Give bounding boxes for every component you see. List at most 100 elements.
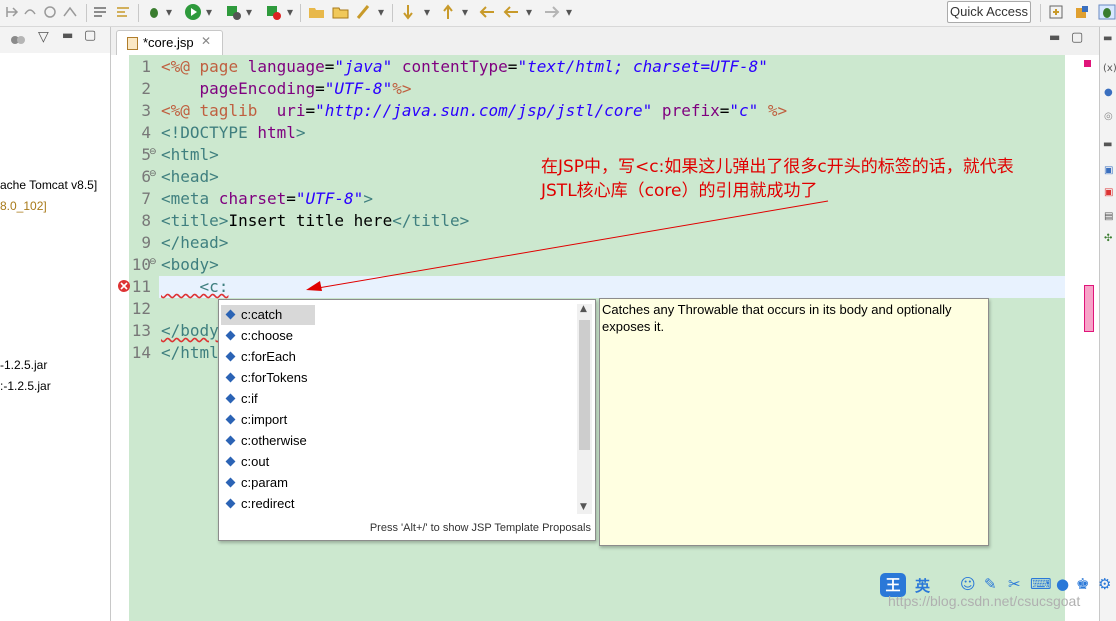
tree-item-jre[interactable]: 8.0_102] <box>0 199 47 213</box>
markers-icon[interactable]: ▤ <box>1104 211 1113 222</box>
chevron-down-icon[interactable]: ▾ <box>378 4 384 20</box>
list-item[interactable]: c:out <box>221 452 315 472</box>
proposal-label: c:param <box>241 475 288 490</box>
code-line-14: </html <box>161 343 219 362</box>
maximize-icon[interactable]: ▢ <box>1071 30 1083 45</box>
attribute-token: html <box>247 123 296 142</box>
view-menu-icon[interactable]: ▽ <box>38 29 49 45</box>
outline-icon[interactable]: (x) <box>1103 63 1116 74</box>
chevron-down-icon[interactable]: ▾ <box>166 4 172 20</box>
settings-icon[interactable]: ⚙ <box>1098 575 1111 593</box>
list-item[interactable]: c:import <box>221 410 315 430</box>
minimize-icon[interactable]: ▬ <box>1049 30 1060 44</box>
directive-token: %> <box>758 101 788 120</box>
overview-marker[interactable] <box>1084 60 1091 67</box>
debug-icon[interactable] <box>146 4 162 20</box>
back-icon[interactable] <box>4 4 20 20</box>
chevron-down-icon[interactable]: ▾ <box>287 4 293 20</box>
list-item[interactable]: c:if <box>221 389 315 409</box>
prev-annotation-icon[interactable] <box>440 3 456 21</box>
popup-scrollbar[interactable]: ▲ ▼ <box>577 304 592 514</box>
open-type-icon[interactable] <box>308 4 326 20</box>
nav-forward-icon[interactable] <box>543 4 561 20</box>
chevron-down-icon[interactable]: ▾ <box>246 4 252 20</box>
proposal-label: c:choose <box>241 328 294 343</box>
open-perspective-icon[interactable] <box>1048 4 1066 20</box>
problems-icon[interactable]: ▣ <box>1104 187 1113 198</box>
external-tools-icon[interactable] <box>264 3 282 21</box>
breakpoints-icon[interactable]: ● <box>1104 87 1113 98</box>
scroll-up-icon[interactable]: ▲ <box>580 304 587 314</box>
skin-icon[interactable]: ♚ <box>1076 575 1089 593</box>
equals-token: = <box>324 57 335 76</box>
directive-token: <%@ <box>161 101 190 120</box>
scroll-down-icon[interactable]: ▼ <box>580 502 587 512</box>
chevron-down-icon[interactable]: ▾ <box>566 4 572 20</box>
code-line-6: <head> <box>161 167 219 186</box>
list-item[interactable]: c:otherwise <box>221 431 315 451</box>
close-icon[interactable]: ✕ <box>201 34 211 48</box>
minimize-icon[interactable]: ▬ <box>1103 33 1112 44</box>
last-edit-icon[interactable] <box>478 4 496 20</box>
handwriting-icon[interactable]: ✎ <box>984 575 997 593</box>
tab-core-jsp[interactable]: *core.jsp ✕ <box>116 30 223 56</box>
search-icon[interactable] <box>356 4 374 20</box>
line-number: 6 <box>141 167 151 186</box>
project-explorer-panel: ▽ ▬ ▢ ache Tomcat v8.5] 8.0_102] -1.2.5.… <box>0 27 111 621</box>
code-line-2: pageEncoding="UTF-8"%> <box>161 79 412 98</box>
line-number: 11 <box>131 277 151 296</box>
minimize-icon[interactable]: ▬ <box>1103 139 1112 150</box>
nav-back-icon[interactable] <box>502 4 520 20</box>
coverage-icon[interactable] <box>224 3 242 21</box>
keyword-token: taglib <box>189 101 267 120</box>
quick-access-field[interactable]: Quick Access <box>947 1 1031 23</box>
list-item[interactable]: c:redirect <box>221 494 315 514</box>
list-item[interactable]: c:forEach <box>221 347 315 367</box>
task-list-icon[interactable] <box>92 4 108 20</box>
chevron-down-icon[interactable]: ▾ <box>206 4 212 20</box>
maximize-icon[interactable]: ▢ <box>84 28 96 43</box>
tree-item-server[interactable]: ache Tomcat v8.5] <box>0 178 97 192</box>
emoji-icon[interactable]: ☺ <box>960 575 976 593</box>
sync-icon[interactable] <box>62 4 78 20</box>
java-ee-perspective-icon[interactable] <box>1074 4 1092 20</box>
line-number: 2 <box>141 79 151 98</box>
line-number: 10 <box>131 255 151 274</box>
directive-token: %> <box>392 79 412 98</box>
tag-token: <!DOCTYPE <box>161 123 248 142</box>
annotation-text: 在JSP中，写<c:如果这儿弹出了很多c开头的标签的话，就代表 <box>541 157 1014 177</box>
chevron-down-icon[interactable]: ▾ <box>462 4 468 20</box>
code-line-11[interactable]: <c: <box>161 277 229 296</box>
scrollbar-thumb[interactable] <box>579 320 590 450</box>
debug-perspective-icon[interactable] <box>1098 4 1116 20</box>
annotation-icon[interactable] <box>115 4 131 20</box>
proposal-label: c:import <box>241 412 288 427</box>
chevron-down-icon[interactable]: ▾ <box>526 4 532 20</box>
scissors-icon[interactable]: ✂ <box>1008 575 1021 593</box>
open-folder-icon[interactable] <box>332 4 350 20</box>
expressions-icon[interactable]: ◎ <box>1104 111 1113 122</box>
line-number: 5 <box>141 145 151 164</box>
collapse-all-icon[interactable] <box>10 33 26 47</box>
servers-icon[interactable]: ✣ <box>1104 233 1112 244</box>
run-icon[interactable] <box>184 3 202 21</box>
value-token: "c" <box>729 101 759 120</box>
forward-icon[interactable] <box>22 4 38 20</box>
list-item[interactable]: c:catch <box>221 305 315 325</box>
minimize-icon[interactable]: ▬ <box>62 28 73 42</box>
keyboard-icon[interactable]: ⌨ <box>1030 575 1052 593</box>
list-item[interactable]: c:choose <box>221 326 315 346</box>
console-icon[interactable]: ▣ <box>1104 165 1113 176</box>
toolbar-separator <box>392 4 393 22</box>
tag-proposal-icon <box>225 330 236 341</box>
next-annotation-icon[interactable] <box>400 3 416 21</box>
line-number: 9 <box>141 233 151 252</box>
list-item[interactable]: c:param <box>221 473 315 493</box>
tree-item-jar[interactable]: :-1.2.5.jar <box>0 379 51 393</box>
chevron-down-icon[interactable]: ▾ <box>424 4 430 20</box>
tree-item-jar[interactable]: -1.2.5.jar <box>0 358 47 372</box>
user-icon[interactable]: ● <box>1056 575 1069 593</box>
list-item[interactable]: c:forTokens <box>221 368 315 388</box>
refresh-icon[interactable] <box>42 4 58 20</box>
overview-scroll-indicator[interactable] <box>1084 285 1094 332</box>
